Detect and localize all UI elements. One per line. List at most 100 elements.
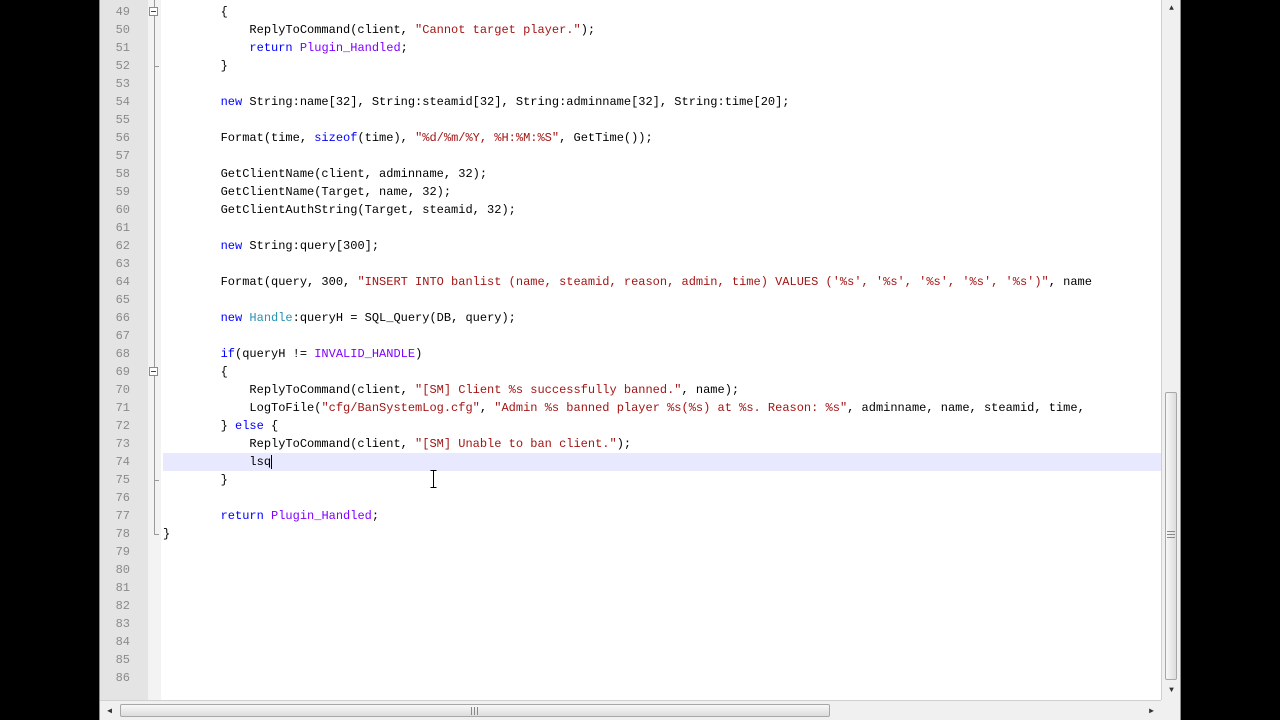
token-fn: Plugin_Handled bbox=[299, 41, 401, 55]
token-text: ) bbox=[415, 347, 423, 361]
token-text: GetClientName(Target, name, 32); bbox=[163, 185, 452, 199]
token-kw: new bbox=[220, 239, 243, 253]
line-number: 80 bbox=[115, 563, 130, 577]
code-line[interactable]: lsq bbox=[163, 453, 273, 471]
token-text: , bbox=[479, 401, 495, 415]
code-line[interactable]: { bbox=[163, 3, 228, 21]
code-line[interactable]: } bbox=[163, 57, 228, 75]
line-number: 61 bbox=[115, 221, 130, 235]
line-number: 49 bbox=[115, 5, 130, 19]
line-number: 83 bbox=[115, 617, 130, 631]
token-kw: else bbox=[235, 419, 264, 433]
line-number: 84 bbox=[115, 635, 130, 649]
token-text: , name bbox=[1048, 275, 1092, 289]
vertical-scrollbar[interactable]: ▲ ▼ bbox=[1161, 0, 1180, 700]
token-text: String:query[300]; bbox=[242, 239, 380, 253]
arrow-down-icon[interactable]: ▼ bbox=[1162, 686, 1180, 695]
token-text: , GetTime()); bbox=[559, 131, 653, 145]
text-caret bbox=[271, 454, 273, 469]
horizontal-scrollbar[interactable]: ◀ ▶ bbox=[100, 700, 1161, 720]
token-text: ReplyToCommand(client, bbox=[163, 437, 416, 451]
fold-end-marker bbox=[154, 66, 159, 67]
line-number: 58 bbox=[115, 167, 130, 181]
line-number: 57 bbox=[115, 149, 130, 163]
token-kw: sizeof bbox=[314, 131, 358, 145]
code-area[interactable]: { ReplyToCommand(client, "Cannot target … bbox=[163, 0, 1161, 700]
line-number: 52 bbox=[115, 59, 130, 73]
token-text: ReplyToCommand(client, bbox=[163, 23, 416, 37]
code-line[interactable]: return Plugin_Handled; bbox=[163, 507, 379, 525]
arrow-left-icon[interactable]: ◀ bbox=[100, 706, 119, 716]
line-number: 65 bbox=[115, 293, 130, 307]
token-text: Format(time, bbox=[163, 131, 315, 145]
token-text: Format(query, 300, bbox=[163, 275, 358, 289]
token-fn: INVALID_HANDLE bbox=[314, 347, 416, 361]
line-number: 72 bbox=[115, 419, 130, 433]
token-st: "Cannot target player." bbox=[415, 23, 581, 37]
line-number: 76 bbox=[115, 491, 130, 505]
horizontal-scroll-thumb[interactable] bbox=[120, 704, 830, 717]
line-number: 71 bbox=[115, 401, 130, 415]
line-number: 55 bbox=[115, 113, 130, 127]
line-number-gutter: 49 50 51 52 53 54 55 56 57 58 59 60 61 62 63 64 65 66 67 68… bbox=[100, 0, 148, 700]
arrow-right-icon[interactable]: ▶ bbox=[1142, 706, 1161, 716]
code-line[interactable]: return Plugin_Handled; bbox=[163, 39, 408, 57]
vertical-scroll-thumb[interactable] bbox=[1165, 392, 1177, 680]
line-number: 73 bbox=[115, 437, 130, 451]
token-kw: return bbox=[220, 509, 264, 523]
token-text: GetClientAuthString(Target, steamid, 32)… bbox=[163, 203, 516, 217]
scrollbar-corner bbox=[1161, 700, 1180, 720]
code-line[interactable]: if(queryH != INVALID_HANDLE) bbox=[163, 345, 423, 363]
fold-line bbox=[154, 16, 155, 535]
code-line[interactable]: ReplyToCommand(client, "Cannot target pl… bbox=[163, 21, 595, 39]
code-line[interactable]: new Handle:queryH = SQL_Query(DB, query)… bbox=[163, 309, 516, 327]
code-line[interactable]: LogToFile("cfg/BanSystemLog.cfg", "Admin… bbox=[163, 399, 1085, 417]
token-text: } bbox=[163, 419, 236, 433]
line-number: 64 bbox=[115, 275, 130, 289]
token-st: "INSERT INTO banlist (name, steamid, rea… bbox=[357, 275, 1049, 289]
line-number: 70 bbox=[115, 383, 130, 397]
arrow-up-icon[interactable]: ▲ bbox=[1162, 4, 1180, 13]
code-line[interactable]: new String:name[32], String:steamid[32],… bbox=[163, 93, 790, 111]
token-text: { bbox=[163, 5, 228, 19]
line-number: 79 bbox=[115, 545, 130, 559]
line-number: 69 bbox=[115, 365, 130, 379]
fold-line bbox=[154, 0, 155, 7]
line-number: 63 bbox=[115, 257, 130, 271]
token-kw: if bbox=[220, 347, 236, 361]
line-number: 59 bbox=[115, 185, 130, 199]
token-text: , adminname, name, steamid, time, bbox=[847, 401, 1085, 415]
code-line[interactable]: Format(time, sizeof(time), "%d/%m/%Y, %H… bbox=[163, 129, 653, 147]
code-line[interactable]: } bbox=[163, 471, 228, 489]
fold-minus-icon[interactable] bbox=[149, 7, 158, 16]
token-kw: return bbox=[249, 41, 293, 55]
code-line[interactable]: GetClientName(client, adminname, 32); bbox=[163, 165, 487, 183]
code-line[interactable]: GetClientAuthString(Target, steamid, 32)… bbox=[163, 201, 516, 219]
token-text: } bbox=[163, 527, 171, 541]
code-line[interactable]: ReplyToCommand(client, "[SM] Unable to b… bbox=[163, 435, 631, 453]
code-line[interactable]: GetClientName(Target, name, 32); bbox=[163, 183, 451, 201]
token-text: ; bbox=[400, 41, 408, 55]
code-line[interactable]: { bbox=[163, 363, 228, 381]
fold-minus-icon[interactable] bbox=[149, 367, 158, 376]
token-ty: Handle bbox=[249, 311, 293, 325]
token-text: (queryH != bbox=[235, 347, 315, 361]
token-text: String:name[32], String:steamid[32], Str… bbox=[242, 95, 790, 109]
code-line[interactable]: Format(query, 300, "INSERT INTO banlist … bbox=[163, 273, 1092, 291]
code-editor[interactable]: 49 50 51 52 53 54 55 56 57 58 59 60 61 62 63 64 65 66 67 68… bbox=[99, 0, 1181, 720]
code-line[interactable]: } bbox=[163, 525, 170, 543]
grip-icon bbox=[1167, 531, 1175, 538]
token-text: { bbox=[163, 365, 228, 379]
line-number: 85 bbox=[115, 653, 130, 667]
line-number: 60 bbox=[115, 203, 130, 217]
code-line[interactable]: new String:query[300]; bbox=[163, 237, 379, 255]
code-line[interactable]: } else { bbox=[163, 417, 279, 435]
token-st: "[SM] Client %s successfully banned." bbox=[415, 383, 682, 397]
code-line[interactable]: ReplyToCommand(client, "[SM] Client %s s… bbox=[163, 381, 739, 399]
token-text: ); bbox=[616, 437, 632, 451]
token-text: ); bbox=[580, 23, 596, 37]
